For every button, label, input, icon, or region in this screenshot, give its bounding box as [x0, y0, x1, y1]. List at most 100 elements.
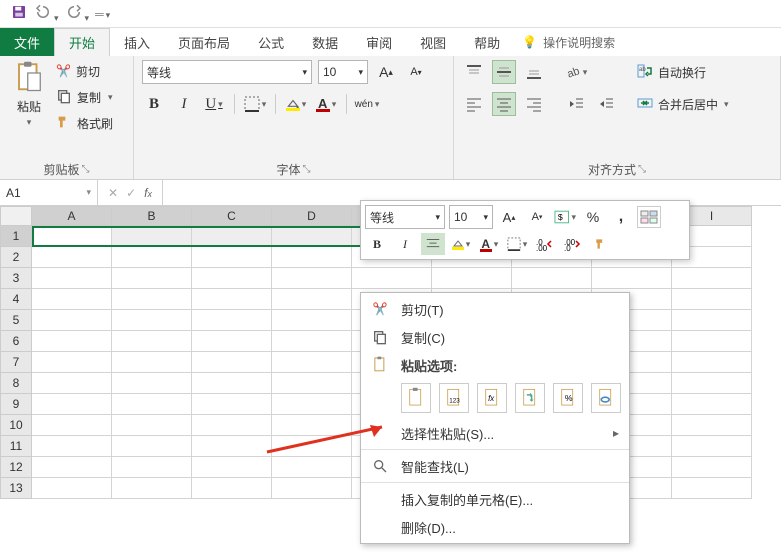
align-right-icon[interactable]	[522, 92, 546, 116]
cell[interactable]	[272, 478, 352, 499]
font-size-combo[interactable]: 10▾	[318, 60, 368, 84]
cell[interactable]	[672, 457, 752, 478]
cell[interactable]	[192, 289, 272, 310]
font-dialog-launcher[interactable]: ⤡	[303, 164, 311, 175]
confirm-formula-icon[interactable]: ✓	[126, 186, 136, 200]
cell[interactable]	[112, 289, 192, 310]
cell[interactable]	[192, 478, 272, 499]
mini-percent-icon[interactable]: %	[581, 206, 605, 228]
row-header-8[interactable]: 8	[0, 373, 32, 394]
fill-color-button[interactable]	[284, 92, 308, 116]
tab-formulas[interactable]: 公式	[244, 28, 298, 56]
cell[interactable]	[192, 268, 272, 289]
cell[interactable]	[272, 394, 352, 415]
tab-insert[interactable]: 插入	[110, 28, 164, 56]
mini-font-color[interactable]: A	[477, 233, 501, 255]
cell[interactable]	[352, 268, 432, 289]
cell[interactable]	[112, 331, 192, 352]
tab-help[interactable]: 帮助	[460, 28, 514, 56]
mini-align-center[interactable]	[421, 233, 445, 255]
cell[interactable]	[112, 457, 192, 478]
cell[interactable]	[192, 436, 272, 457]
align-center-icon[interactable]	[492, 92, 516, 116]
cell[interactable]	[192, 457, 272, 478]
font-name-combo[interactable]: 等线▾	[142, 60, 312, 84]
font-color-button[interactable]: A	[314, 92, 338, 116]
cell[interactable]	[672, 436, 752, 457]
row-header-2[interactable]: 2	[0, 247, 32, 268]
cell[interactable]	[32, 289, 112, 310]
cell[interactable]	[192, 373, 272, 394]
mini-comma-icon[interactable]: ,	[609, 206, 633, 228]
row-header-13[interactable]: 13	[0, 478, 32, 499]
mini-fill-color[interactable]	[449, 233, 473, 255]
mini-italic[interactable]: I	[393, 233, 417, 255]
cell[interactable]	[592, 268, 672, 289]
cell[interactable]	[32, 394, 112, 415]
mini-font-size[interactable]: 10▾	[449, 205, 493, 229]
tab-page-layout[interactable]: 页面布局	[164, 28, 244, 56]
mini-decrease-font[interactable]: A▾	[525, 206, 549, 228]
mini-increase-font[interactable]: A▴	[497, 206, 521, 228]
name-box[interactable]: A1 ▾	[0, 180, 98, 205]
cell[interactable]	[32, 478, 112, 499]
cell[interactable]	[192, 331, 272, 352]
cell[interactable]	[32, 373, 112, 394]
cell[interactable]	[672, 331, 752, 352]
row-header-5[interactable]: 5	[0, 310, 32, 331]
row-header-6[interactable]: 6	[0, 331, 32, 352]
cell[interactable]	[272, 289, 352, 310]
merge-center-button[interactable]: 合并后居中	[632, 92, 733, 116]
fx-icon[interactable]: fx	[144, 186, 152, 200]
cell[interactable]	[112, 478, 192, 499]
cell[interactable]	[672, 352, 752, 373]
clipboard-dialog-launcher[interactable]: ⤡	[82, 164, 90, 175]
cell[interactable]	[192, 247, 272, 268]
mini-border[interactable]	[505, 233, 529, 255]
cell[interactable]	[32, 247, 112, 268]
cell[interactable]	[112, 310, 192, 331]
col-header-A[interactable]: A	[32, 206, 112, 226]
paste-formulas-icon[interactable]: fx	[477, 383, 507, 413]
cell[interactable]	[272, 268, 352, 289]
cell[interactable]	[32, 415, 112, 436]
border-button[interactable]	[243, 92, 267, 116]
mini-format-painter[interactable]	[589, 233, 613, 255]
paste-transpose-icon[interactable]	[515, 383, 545, 413]
paste-values-icon[interactable]: 123	[439, 383, 469, 413]
row-header-3[interactable]: 3	[0, 268, 32, 289]
copy-button[interactable]: 复制	[56, 86, 113, 108]
mini-decrease-decimal[interactable]: .00.0	[561, 233, 585, 255]
undo-icon[interactable]	[34, 3, 59, 24]
align-middle-icon[interactable]	[492, 60, 516, 84]
paste-button[interactable]: 粘贴 ▾	[8, 60, 50, 134]
paste-link-icon[interactable]	[591, 383, 621, 413]
cell[interactable]	[32, 331, 112, 352]
cell[interactable]	[112, 373, 192, 394]
cell[interactable]	[112, 394, 192, 415]
redo-icon[interactable]	[65, 3, 90, 24]
col-header-C[interactable]: C	[192, 206, 272, 226]
cell[interactable]	[272, 247, 352, 268]
ctx-cut[interactable]: ✂️ 剪切(T)	[361, 295, 629, 323]
cell[interactable]	[112, 352, 192, 373]
cell[interactable]	[192, 226, 272, 247]
decrease-indent-icon[interactable]	[564, 92, 588, 116]
increase-font-icon[interactable]: A▴	[374, 60, 398, 84]
alignment-dialog-launcher[interactable]: ⤡	[638, 164, 646, 175]
cell[interactable]	[672, 394, 752, 415]
cell[interactable]	[192, 352, 272, 373]
cell[interactable]	[112, 268, 192, 289]
mini-font-name[interactable]: 等线▾	[365, 205, 445, 229]
cell[interactable]	[112, 415, 192, 436]
row-header-10[interactable]: 10	[0, 415, 32, 436]
mini-bold[interactable]: B	[365, 233, 389, 255]
cell[interactable]	[32, 268, 112, 289]
cell[interactable]	[192, 394, 272, 415]
cell[interactable]	[32, 352, 112, 373]
cell[interactable]	[272, 310, 352, 331]
align-bottom-icon[interactable]	[522, 60, 546, 84]
tab-file[interactable]: 文件	[0, 28, 54, 56]
align-left-icon[interactable]	[462, 92, 486, 116]
cell[interactable]	[672, 415, 752, 436]
